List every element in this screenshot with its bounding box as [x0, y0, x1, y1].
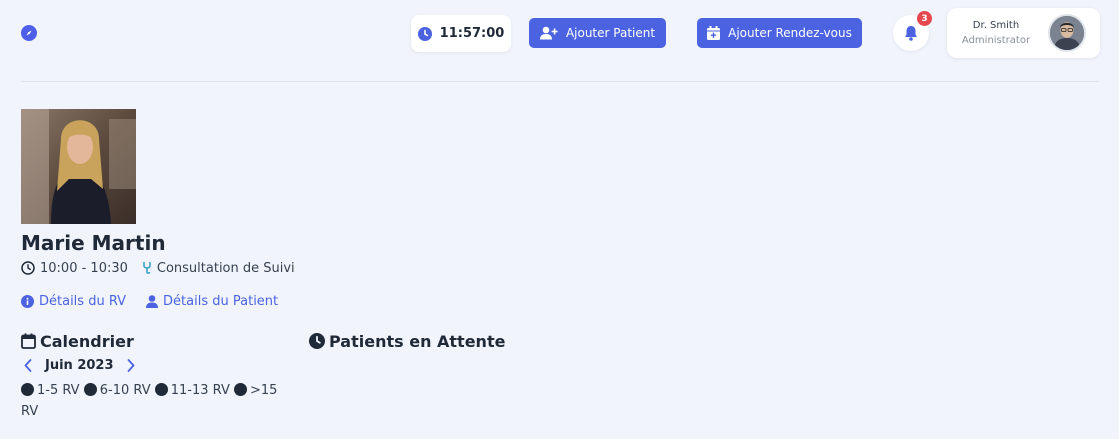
info-icon: [21, 294, 34, 308]
legend-dot: [154, 383, 168, 396]
add-appointment-label: Ajouter Rendez-vous: [728, 26, 852, 40]
month-navigation: Juin 2023: [21, 356, 138, 374]
previous-month-button[interactable]: [21, 358, 35, 372]
chevron-left-icon: [24, 358, 32, 372]
current-month: Juin 2023: [45, 357, 114, 373]
user-icon: [146, 294, 159, 308]
legend-label: 11-13 RV: [170, 383, 230, 398]
add-patient-button[interactable]: Ajouter Patient: [529, 18, 666, 48]
legend-label: 6-10 RV: [99, 383, 151, 398]
calendar-title: Calendrier: [40, 331, 134, 351]
compass-icon[interactable]: [21, 25, 37, 41]
user-plus-icon: [539, 26, 558, 40]
patient-details-label: Détails du Patient: [163, 293, 279, 309]
legend-dot: [21, 383, 34, 396]
legend-item: 1-5 RV: [21, 383, 80, 398]
user-profile[interactable]: Dr. Smith Administrator: [947, 8, 1100, 58]
calendar-section: Calendrier: [21, 331, 134, 351]
waiting-patients-section: Patients en Attente: [309, 331, 505, 351]
chevron-right-icon: [127, 358, 134, 372]
next-month-button[interactable]: [124, 358, 138, 372]
calendar-legend: 1-5 RV 6-10 RV 11-13 RV >15 RV: [21, 380, 291, 422]
legend-dot: [83, 383, 97, 396]
user-role: Administrator: [961, 35, 1031, 46]
patient-name: Marie Martin: [21, 231, 166, 255]
bell-icon: [905, 26, 917, 41]
legend-dot: [234, 383, 247, 396]
appointment-details-link[interactable]: Détails du RV: [21, 294, 126, 309]
clock-display: 11:57:00: [411, 15, 511, 52]
stethoscope-icon: [143, 262, 151, 274]
add-patient-label: Ajouter Patient: [565, 26, 656, 40]
legend-label: 1-5 RV: [37, 383, 80, 398]
legend-item: 11-13 RV: [154, 383, 230, 398]
calendar-icon: [21, 333, 36, 349]
header-divider: [21, 81, 1099, 82]
appointment-time: 10:00 - 10:30: [40, 260, 128, 276]
calendar-plus-icon: [707, 26, 721, 40]
clock-icon: [21, 261, 35, 275]
waiting-patients-title: Patients en Attente: [329, 331, 506, 351]
notification-badge: 3: [917, 11, 932, 26]
patient-details-link[interactable]: Détails du Patient: [146, 294, 278, 309]
clock-time: 11:57:00: [439, 26, 505, 41]
top-bar: 11:57:00 Ajouter Patient Ajouter Rendez-…: [0, 0, 1119, 82]
clock-icon: [417, 26, 432, 41]
patient-photo: [21, 109, 136, 224]
user-name: Dr. Smith: [972, 20, 1020, 31]
notifications-button[interactable]: 3: [893, 11, 932, 51]
avatar[interactable]: [1048, 14, 1086, 52]
legend-item: 6-10 RV: [83, 383, 151, 398]
appointment-info: 10:00 - 10:30 Consultation de Suivi: [21, 260, 295, 276]
add-appointment-button[interactable]: Ajouter Rendez-vous: [697, 18, 862, 48]
clock-icon: [309, 333, 325, 349]
appointment-type: Consultation de Suivi: [156, 260, 295, 276]
appointment-links: Détails du RV Détails du Patient: [21, 293, 278, 309]
appointment-details-label: Détails du RV: [39, 293, 127, 309]
